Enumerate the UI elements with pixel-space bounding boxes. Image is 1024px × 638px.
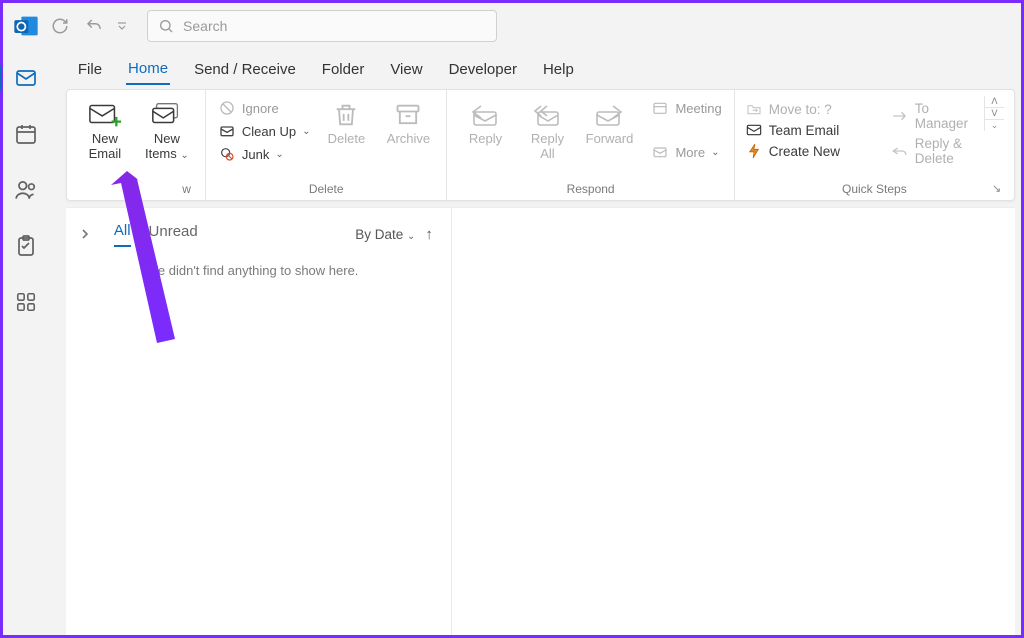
qs-to-manager[interactable]: To Manager — [891, 100, 968, 132]
undo-icon[interactable] — [80, 12, 108, 40]
titlebar — [3, 3, 1021, 49]
junk-icon — [218, 145, 236, 163]
lightning-icon — [745, 143, 763, 159]
new-items-button[interactable]: New Items ⌄ — [139, 96, 195, 162]
qs-moveto[interactable]: Move to: ? — [745, 100, 875, 118]
replyall-button[interactable]: Reply All — [519, 96, 575, 162]
group-caption-respond: Respond — [457, 182, 723, 200]
nav-mail-icon[interactable] — [11, 63, 41, 93]
qs-team-email[interactable]: Team Email — [745, 121, 875, 139]
meeting-icon — [651, 99, 669, 117]
cleanup-icon — [218, 122, 236, 140]
window-frame: File Home Send / Receive Folder View Dev… — [0, 0, 1024, 638]
ribbon: New Email New Items ⌄ w — [66, 89, 1015, 201]
arrow-right-icon — [891, 108, 909, 124]
filter-unread[interactable]: Unread — [149, 223, 198, 246]
outlook-logo — [9, 9, 43, 43]
empty-message: We didn't find anything to show here. — [114, 263, 433, 278]
reading-pane — [452, 208, 1015, 635]
delete-button[interactable]: Delete — [318, 96, 374, 147]
cleanup-button[interactable]: Clean Up ⌄ — [216, 121, 313, 141]
tab-folder[interactable]: Folder — [320, 55, 367, 84]
new-email-label: New Email — [89, 132, 122, 162]
forward-button[interactable]: Forward — [581, 96, 637, 147]
group-caption-quicksteps: Quick Steps — [745, 182, 1004, 200]
filter-all[interactable]: All — [114, 222, 131, 247]
qat-dropdown-icon[interactable] — [114, 12, 130, 40]
search-box[interactable] — [147, 10, 497, 42]
search-icon — [158, 18, 175, 34]
search-input[interactable] — [175, 18, 486, 34]
tab-help[interactable]: Help — [541, 55, 576, 84]
group-caption-delete: Delete — [216, 182, 437, 200]
ribbon-group-respond: Reply Reply All Forward Meeting More ⌄ R… — [447, 90, 734, 200]
folder-arrow-icon — [745, 101, 763, 117]
meeting-button[interactable]: Meeting — [649, 98, 723, 118]
nav-sidebar — [3, 49, 50, 635]
delete-icon — [329, 100, 363, 130]
tab-sendreceive[interactable]: Send / Receive — [192, 55, 298, 84]
folder-pane-toggle[interactable] — [66, 208, 104, 635]
ignore-icon — [218, 99, 236, 117]
qs-reply-delete[interactable]: Reply & Delete — [891, 135, 968, 167]
ribbon-group-new: New Email New Items ⌄ w — [67, 90, 206, 200]
sync-icon[interactable] — [46, 12, 74, 40]
menu-tabs: File Home Send / Receive Folder View Dev… — [50, 49, 1021, 89]
new-items-icon — [150, 100, 184, 130]
gallery-expand-icon[interactable]: ⌄ — [985, 120, 1004, 131]
message-list-header: All Unread By Date ⌄ ↑ — [114, 222, 433, 247]
ignore-button[interactable]: Ignore — [216, 98, 313, 118]
sort-button[interactable]: By Date ⌄ — [355, 227, 415, 242]
content-area: All Unread By Date ⌄ ↑ We didn't find an… — [66, 207, 1015, 635]
chevron-up-icon[interactable]: ᐱ — [985, 96, 1004, 108]
nav-tasks-icon[interactable] — [11, 231, 41, 261]
sort-direction-icon[interactable]: ↑ — [425, 226, 433, 243]
more-respond-button[interactable]: More ⌄ — [649, 142, 723, 162]
dialog-launcher-icon[interactable]: ↘ — [992, 182, 1006, 196]
tab-view[interactable]: View — [388, 55, 424, 84]
more-icon — [651, 143, 669, 161]
ribbon-group-quicksteps: Move to: ? Team Email Create New To Mana… — [735, 90, 1014, 200]
tab-home[interactable]: Home — [126, 54, 170, 85]
tab-file[interactable]: File — [76, 55, 104, 84]
new-email-icon — [88, 100, 122, 130]
archive-button[interactable]: Archive — [380, 96, 436, 147]
new-email-button[interactable]: New Email — [77, 96, 133, 162]
reply-button[interactable]: Reply — [457, 96, 513, 147]
replyall-icon — [530, 100, 564, 130]
chevron-down-icon: ⌄ — [407, 231, 415, 242]
new-items-label: New Items ⌄ — [145, 132, 189, 162]
archive-icon — [391, 100, 425, 130]
ribbon-group-delete: Ignore Clean Up ⌄ Junk ⌄ Delete Archive — [206, 90, 448, 200]
nav-people-icon[interactable] — [11, 175, 41, 205]
forward-icon — [592, 100, 626, 130]
junk-button[interactable]: Junk ⌄ — [216, 144, 313, 164]
qs-create-new[interactable]: Create New — [745, 142, 875, 160]
qs-gallery-scroll[interactable]: ᐱ ᐯ ⌄ — [984, 96, 1004, 131]
nav-calendar-icon[interactable] — [11, 119, 41, 149]
reply-arrow-icon — [891, 143, 909, 159]
envelope-icon — [745, 122, 763, 138]
message-list-pane: All Unread By Date ⌄ ↑ We didn't find an… — [104, 208, 452, 635]
nav-apps-icon[interactable] — [11, 287, 41, 317]
chevron-down-icon[interactable]: ᐯ — [985, 108, 1004, 120]
tab-developer[interactable]: Developer — [447, 55, 519, 84]
reply-icon — [468, 100, 502, 130]
group-caption-new: w — [77, 182, 195, 200]
